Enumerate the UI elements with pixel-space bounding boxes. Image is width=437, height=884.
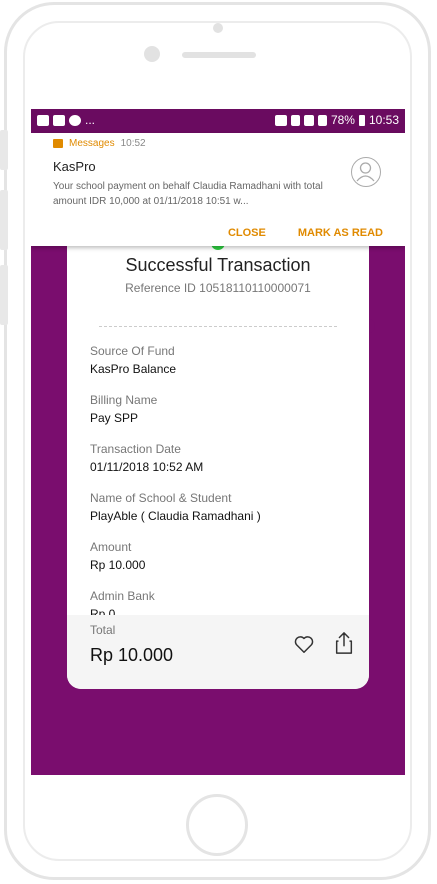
total-label: Total — [90, 623, 116, 637]
field-value: PlayAble ( Claudia Ramadhani ) — [90, 509, 261, 523]
front-camera — [144, 46, 160, 62]
volume-button — [0, 190, 8, 250]
field-billing-name: Billing Name Pay SPP — [90, 393, 157, 425]
signal-icon — [317, 114, 327, 126]
receipt-title: Successful Transaction — [125, 255, 311, 275]
mute-icon — [290, 114, 300, 126]
heart-icon[interactable] — [293, 633, 315, 655]
avatar-icon-svg — [356, 162, 375, 182]
field-label: Billing Name — [90, 393, 158, 407]
field-label: Transaction Date — [90, 442, 181, 456]
notification-time: 10:52 — [120, 138, 146, 149]
volume-button — [0, 130, 8, 170]
notification-title: KasPro — [53, 159, 96, 174]
power-button — [0, 265, 8, 325]
field-label: Name of School & Student — [90, 491, 232, 505]
reference-id: Reference ID 10518110110000071 — [125, 281, 311, 295]
status-bar-system: 78% 10:53 — [274, 113, 399, 127]
cast-icon — [274, 114, 287, 126]
battery-percent: 78% — [330, 113, 355, 127]
field-label: Admin Bank — [90, 589, 155, 603]
field-transaction-date: Transaction Date 01/11/2018 10:52 AM — [90, 442, 203, 474]
close-button[interactable]: CLOSE — [228, 227, 266, 239]
wifi-icon — [303, 114, 314, 126]
notification-actions: CLOSE MARK AS READ — [228, 227, 383, 239]
field-value: Pay SPP — [90, 411, 139, 425]
notification-header: Messages 10:52 — [53, 138, 146, 149]
field-source-of-fund: Source Of Fund KasPro Balance — [90, 344, 176, 376]
total-value: Rp 10.000 — [90, 645, 174, 665]
receipt-divider — [99, 326, 337, 327]
receipt-card: Successful Transaction Reference ID 1051… — [67, 229, 369, 689]
total-section: Total Rp 10.000 — [67, 615, 369, 689]
field-value: KasPro Balance — [90, 362, 177, 376]
status-bar-notifications: ... — [37, 113, 95, 127]
more-notifications-icon: ... — [85, 113, 96, 127]
home-button[interactable] — [186, 794, 248, 856]
app-icon — [53, 114, 65, 126]
notification-app-name: Messages — [69, 138, 115, 149]
avatar-icon — [351, 157, 381, 187]
share-icon[interactable] — [333, 631, 355, 655]
whatsapp-icon — [69, 114, 81, 126]
camera-dot — [213, 23, 223, 33]
message-icon — [37, 114, 49, 126]
field-amount: Amount Rp 10.000 — [90, 540, 145, 572]
mark-as-read-button[interactable]: MARK AS READ — [298, 227, 383, 239]
notification-card[interactable]: Messages 10:52 KasPro Your school paymen… — [31, 133, 405, 246]
screen: ... 78% 10:53 Messages 10:52 KasPro Your… — [31, 109, 405, 775]
speaker — [182, 52, 256, 58]
field-value: Rp 10.000 — [90, 558, 146, 572]
battery-icon — [358, 114, 365, 126]
clock: 10:53 — [368, 113, 399, 127]
status-bar: ... 78% 10:53 — [31, 109, 405, 133]
field-school-student: Name of School & Student PlayAble ( Clau… — [90, 491, 261, 523]
field-value: 01/11/2018 10:52 AM — [90, 460, 204, 474]
field-label: Source Of Fund — [90, 344, 175, 358]
field-label: Amount — [90, 540, 132, 554]
messages-icon — [53, 139, 63, 148]
notification-body: Your school payment on behalf Claudia Ra… — [53, 181, 323, 207]
